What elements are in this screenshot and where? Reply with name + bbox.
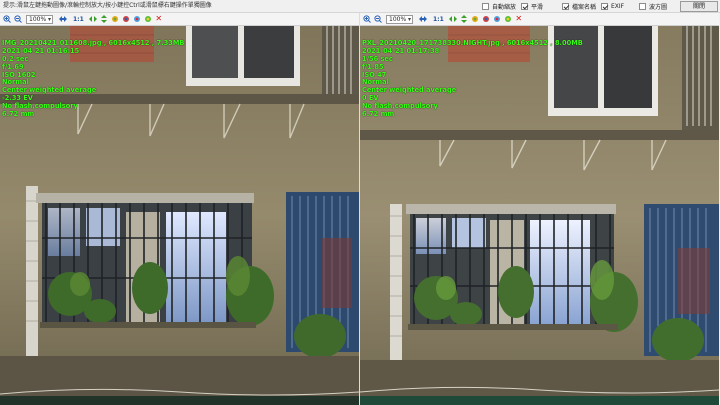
exif-datetime: 2021-04-21 01:17:38 xyxy=(362,46,440,55)
checkbox-label: 平滑 xyxy=(531,4,544,11)
rotate-left-icon[interactable] xyxy=(111,15,119,23)
checkbox-label: 檔案名稱 xyxy=(572,4,597,11)
fit-icon[interactable] xyxy=(59,15,67,23)
rotate-right-icon[interactable] xyxy=(122,15,130,23)
right-toolbar: 100% 1:1 ✕ xyxy=(360,13,719,26)
rotate-left-icon[interactable] xyxy=(471,15,479,23)
fit-icon[interactable] xyxy=(419,15,427,23)
checkbox-box[interactable] xyxy=(482,3,489,10)
color-icon[interactable] xyxy=(504,15,512,23)
zoom-out-icon[interactable] xyxy=(374,15,382,23)
auto-scale-checkbox[interactable]: 自動縮放 xyxy=(482,2,516,11)
exif-datetime: 2021-04-21 01:16:15 xyxy=(2,46,80,55)
flip-vertical-icon[interactable] xyxy=(100,15,108,23)
checkbox-box[interactable] xyxy=(601,3,608,10)
color-icon[interactable] xyxy=(133,15,141,23)
ratio-button[interactable]: 1:1 xyxy=(433,16,444,23)
exif-iso: ISO 47 xyxy=(362,70,387,79)
smooth-checkbox[interactable]: 平滑 xyxy=(521,2,543,11)
color-icon[interactable] xyxy=(493,15,501,23)
rotate-right-icon[interactable] xyxy=(482,15,490,23)
close-button[interactable]: 關閉 xyxy=(680,1,718,12)
checkbox-box[interactable] xyxy=(562,3,569,10)
color-icon[interactable] xyxy=(144,15,152,23)
exif-iso: ISO 1602 xyxy=(2,70,36,79)
zoom-select[interactable]: 100% xyxy=(386,14,413,24)
exif-aperture: f/1.85 xyxy=(362,62,384,71)
exif-exposure: 1/56 sec xyxy=(362,54,393,63)
flip-vertical-icon[interactable] xyxy=(460,15,468,23)
left-exif-overlay: IMG_20210421_011608.jpg , 6016x4512 , 7.… xyxy=(2,39,184,119)
zoom-in-icon[interactable] xyxy=(363,15,371,23)
checkbox-box[interactable] xyxy=(639,3,646,10)
left-image-pane[interactable]: 100% 1:1 ✕ xyxy=(0,13,359,405)
ratio-button[interactable]: 1:1 xyxy=(73,16,84,23)
right-exif-overlay: PXL_20210420_171738330.NIGHT.jpg , 6016x… xyxy=(362,39,583,119)
left-toolbar: 100% 1:1 ✕ xyxy=(0,13,359,26)
exif-checkbox[interactable]: EXIF xyxy=(601,2,624,11)
filename-checkbox[interactable]: 檔案名稱 xyxy=(562,2,596,11)
right-image-pane[interactable]: 100% 1:1 ✕ xyxy=(360,13,719,405)
close-icon[interactable]: ✕ xyxy=(515,15,523,23)
checkbox-label: 自動縮放 xyxy=(492,4,517,11)
zoom-in-icon[interactable] xyxy=(3,15,11,23)
top-bar: 提示:滑鼠左鍵拖動圖像/滾輪控制放大/按小鍵控Ctrl或滑鼠標右鍵操作單獨圖像 … xyxy=(0,0,720,13)
flip-horizontal-icon[interactable] xyxy=(448,15,457,23)
flip-horizontal-icon[interactable] xyxy=(88,15,97,23)
zoom-select[interactable]: 100% xyxy=(26,14,53,24)
zoom-out-icon[interactable] xyxy=(14,15,22,23)
close-icon[interactable]: ✕ xyxy=(155,15,163,23)
histogram-checkbox[interactable]: 波方圖 xyxy=(639,2,667,11)
hint-text: 提示:滑鼠左鍵拖動圖像/滾輪控制放大/按小鍵控Ctrl或滑鼠標右鍵操作單獨圖像 xyxy=(3,2,212,9)
exif-metering: Center weighted average xyxy=(362,86,457,95)
exif-flash: No flash,compulsory xyxy=(362,102,438,111)
exif-focal: 6.72 mm xyxy=(362,110,395,119)
exif-exposure: 0.2 sec xyxy=(2,54,29,63)
checkbox-label: 波方圖 xyxy=(649,4,668,11)
checkbox-label: EXIF xyxy=(611,3,625,10)
exif-focal: 6.72 mm xyxy=(2,110,35,119)
checkbox-box[interactable] xyxy=(521,3,528,10)
